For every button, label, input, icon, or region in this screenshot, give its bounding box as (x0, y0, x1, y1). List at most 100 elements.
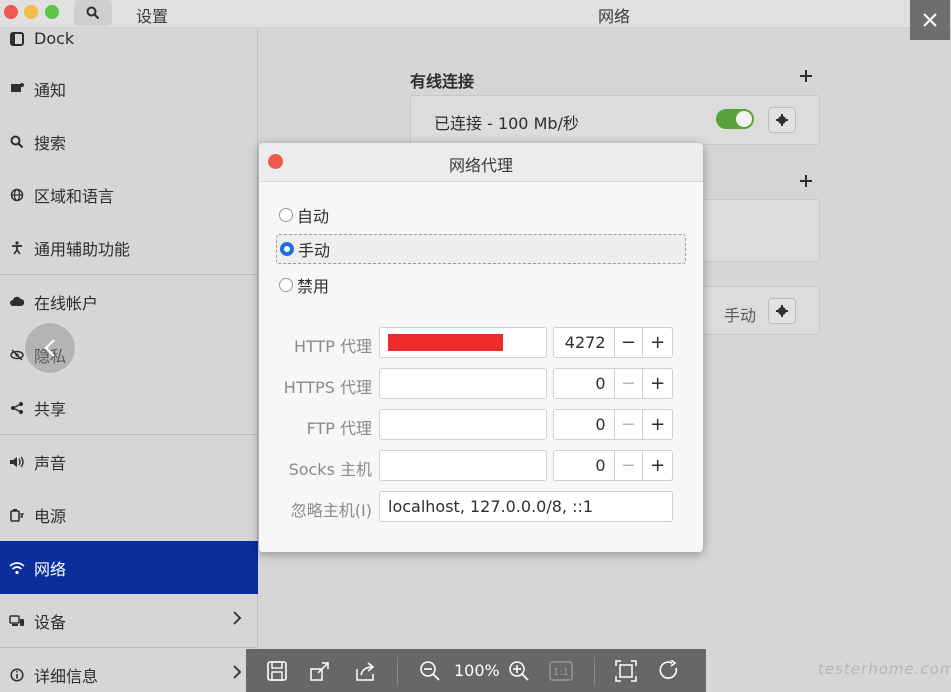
sidebar-item-network[interactable]: 网络 (0, 541, 258, 594)
redacted-host (388, 334, 503, 351)
speaker-icon (8, 453, 26, 471)
wired-status: 已连接 - 100 Mb/秒 (434, 114, 579, 133)
radio-auto[interactable]: 自动 (276, 200, 329, 230)
sidebar-item-label: 在线帐户 (34, 293, 99, 313)
sidebar-item-label: 通用辅助功能 (34, 239, 131, 259)
radio-disabled[interactable]: 禁用 (276, 270, 329, 300)
search-icon (8, 133, 26, 151)
port-increment-button[interactable]: + (643, 328, 672, 357)
proxy-mode-value: 手动 (724, 306, 757, 325)
socks-host-label: Socks 主机 (288, 460, 372, 479)
ftp-port-stepper[interactable]: 0 − + (553, 409, 673, 440)
wifi-icon (8, 559, 26, 577)
dialog-title: 网络代理 (448, 156, 513, 175)
sidebar-item-sharing[interactable]: 共享 (0, 381, 258, 434)
ignore-hosts-input[interactable]: localhost, 127.0.0.0/8, ::1 (379, 491, 673, 522)
add-vpn-icon[interactable] (800, 175, 812, 187)
port-decrement-button[interactable]: − (615, 410, 644, 439)
port-value[interactable]: 4272 (554, 328, 615, 357)
ftp-proxy-label: FTP 代理 (306, 419, 372, 438)
ftp-proxy-input[interactable] (379, 409, 547, 440)
proxy-settings-button[interactable] (768, 298, 796, 324)
sidebar-item-power[interactable]: 电源 (0, 488, 258, 541)
sidebar-item-label: 区域和语言 (34, 186, 115, 206)
sidebar-item-devices[interactable]: 设备 (0, 594, 258, 647)
share-icon (8, 399, 26, 417)
globe-icon (8, 186, 26, 204)
network-proxy-dialog: 网络代理 自动 手动 禁用 HTTP 代理 4272 − + HTTPS 代理 … (259, 143, 703, 552)
sidebar-item-search[interactable]: 搜索 (0, 115, 258, 168)
accessibility-icon (8, 239, 26, 257)
port-increment-button[interactable]: + (643, 410, 672, 439)
radio-indicator[interactable] (279, 278, 293, 292)
sidebar-item-label: 共享 (34, 399, 67, 419)
http-port-stepper[interactable]: 4272 − + (553, 327, 673, 358)
gear-icon (776, 114, 788, 126)
gear-icon (776, 305, 788, 317)
zoom-in-icon[interactable] (506, 658, 532, 684)
http-proxy-input[interactable] (379, 327, 547, 358)
sidebar-item-label: 搜索 (34, 133, 67, 153)
port-decrement-button[interactable]: − (615, 328, 644, 357)
zoom-out-icon[interactable] (417, 658, 443, 684)
sidebar-item-online-accounts[interactable]: 在线帐户 (0, 275, 258, 328)
sidebar-item-dock[interactable]: Dock (0, 12, 258, 65)
actual-size-label: 1:1 (553, 667, 569, 678)
wired-toggle[interactable] (716, 109, 754, 129)
radio-manual[interactable]: 手动 (276, 234, 686, 264)
resize-icon[interactable] (307, 658, 333, 684)
add-wired-icon[interactable] (800, 70, 812, 82)
socks-port-stepper[interactable]: 0 − + (553, 450, 673, 481)
port-decrement-button[interactable]: − (615, 369, 644, 398)
socks-host-input[interactable] (379, 450, 547, 481)
https-port-stepper[interactable]: 0 − + (553, 368, 673, 399)
share-icon[interactable] (352, 658, 378, 684)
dock-icon (8, 30, 26, 48)
https-proxy-label: HTTPS 代理 (283, 378, 372, 397)
sidebar-item-sound[interactable]: 声音 (0, 435, 258, 488)
chevron-right-icon (233, 611, 242, 625)
sidebar-item-region[interactable]: 区域和语言 (0, 168, 258, 221)
port-increment-button[interactable]: + (643, 451, 672, 480)
sidebar-item-details[interactable]: 详细信息 (0, 648, 258, 692)
info-icon (8, 666, 26, 684)
sidebar-item-label: Dock (34, 29, 75, 48)
toolbar-divider (397, 657, 398, 685)
save-icon[interactable] (264, 658, 290, 684)
port-decrement-button[interactable]: − (615, 451, 644, 480)
toolbar-divider (594, 657, 595, 685)
chevron-left-icon (44, 339, 55, 357)
port-increment-button[interactable]: + (643, 369, 672, 398)
sidebar-item-accessibility[interactable]: 通用辅助功能 (0, 221, 258, 274)
zoom-level: 100% (454, 661, 500, 680)
sidebar-item-notifications[interactable]: 通知 (0, 62, 258, 115)
wired-settings-button[interactable] (768, 107, 796, 133)
dialog-header: 网络代理 (259, 143, 703, 182)
notification-icon (8, 80, 26, 98)
viewer-toolbar: 100% 1:1 (246, 649, 706, 692)
radio-indicator[interactable] (279, 208, 293, 222)
page-title: 网络 (598, 7, 631, 26)
rotate-icon[interactable] (657, 658, 683, 684)
actual-size-button[interactable]: 1:1 (548, 658, 574, 684)
sidebar-item-label: 设备 (34, 612, 67, 632)
cloud-icon (8, 293, 26, 311)
port-value[interactable]: 0 (554, 451, 615, 480)
sidebar-item-label: 通知 (34, 80, 67, 100)
radio-indicator[interactable] (280, 242, 294, 256)
fit-window-icon[interactable] (613, 658, 639, 684)
sidebar-item-label: 电源 (34, 506, 67, 526)
close-icon (923, 13, 937, 27)
watermark: testerhome.com (818, 660, 951, 678)
port-value[interactable]: 0 (554, 369, 615, 398)
viewer-prev-button[interactable] (24, 322, 76, 374)
port-value[interactable]: 0 (554, 410, 615, 439)
https-proxy-input[interactable] (379, 368, 547, 399)
chevron-right-icon (233, 665, 242, 679)
ignore-hosts-label: 忽略主机(I) (290, 501, 372, 520)
radio-label: 自动 (297, 207, 330, 226)
viewer-close-button[interactable] (910, 0, 950, 40)
sidebar-item-label: 网络 (34, 559, 67, 579)
sidebar-item-label: 声音 (34, 453, 67, 473)
battery-icon (8, 506, 26, 524)
